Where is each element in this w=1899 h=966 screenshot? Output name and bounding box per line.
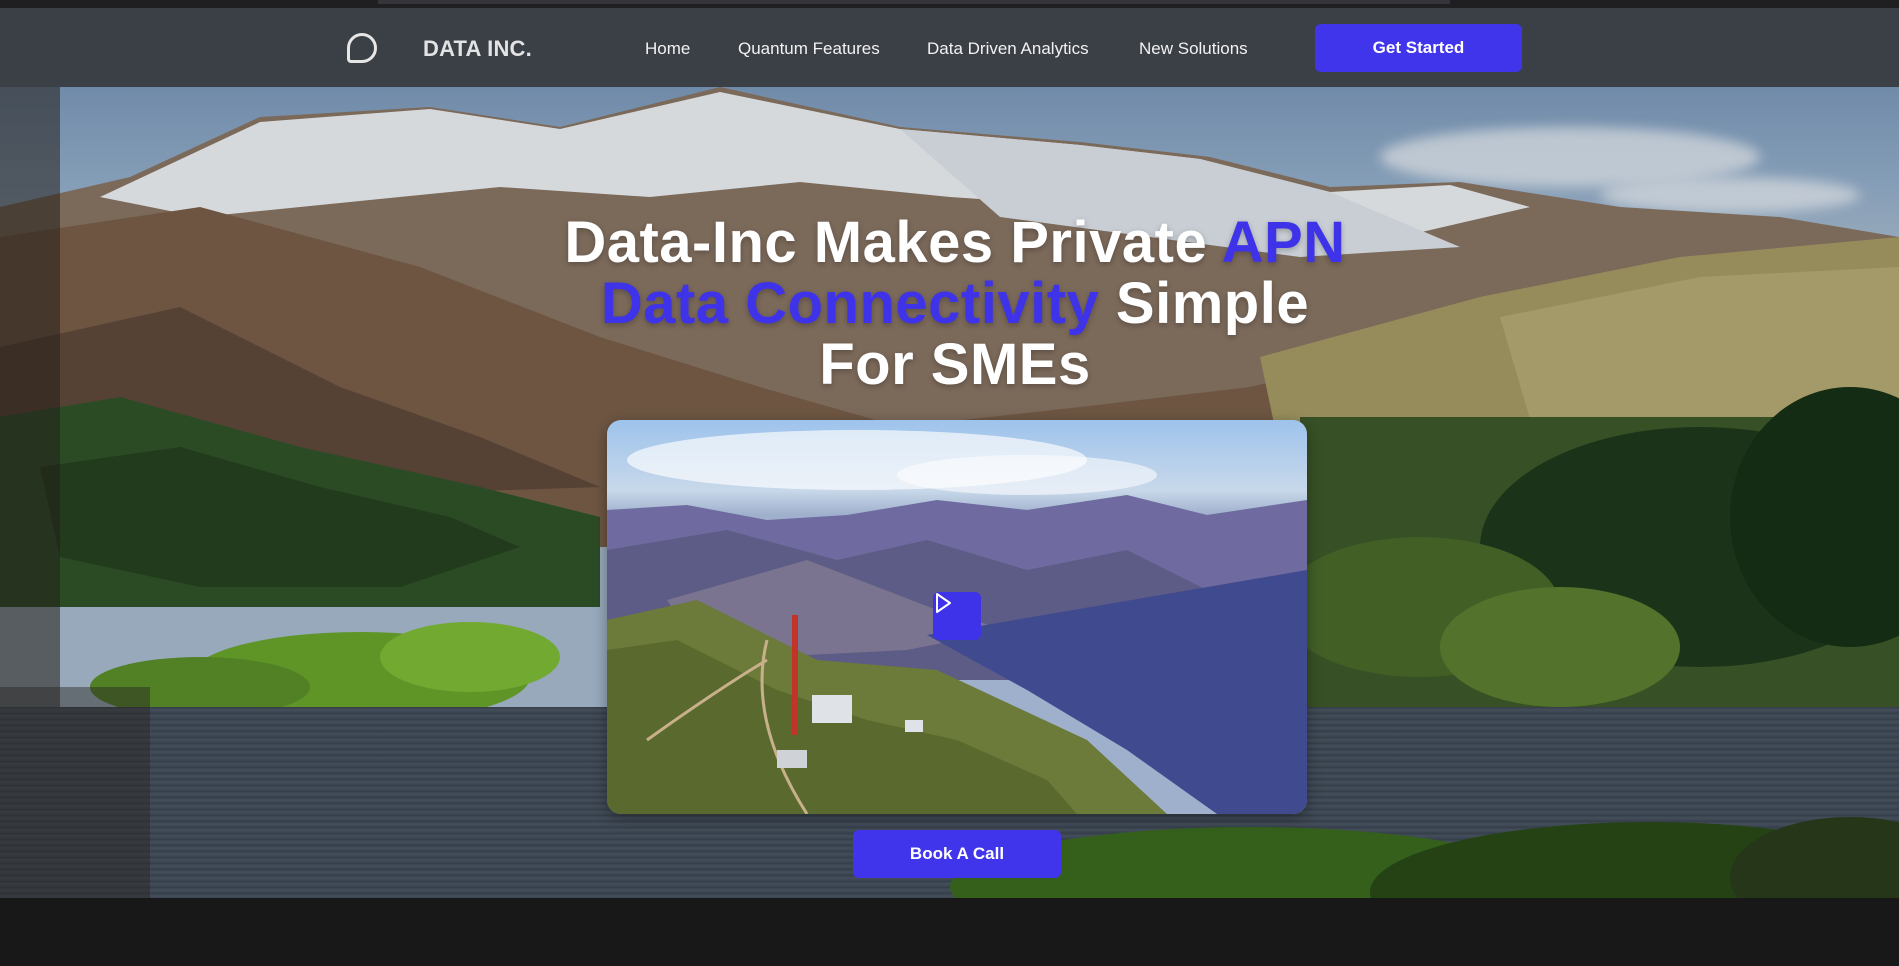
rounded-square-logo-icon[interactable]: [347, 33, 377, 63]
get-started-button[interactable]: Get Started: [1315, 24, 1522, 72]
browser-top-strip: [0, 0, 1899, 8]
top-strip-bar: [378, 0, 1450, 4]
top-navbar: DATA INC. Home Quantum Features Data Dri…: [0, 8, 1899, 87]
headline-text: Data-Inc Makes Private: [564, 210, 1222, 275]
headline-text-simple: Simple: [1099, 271, 1310, 336]
nav-link-new-solutions[interactable]: New Solutions: [1139, 39, 1248, 59]
nav-link-quantum-features[interactable]: Quantum Features: [738, 39, 880, 59]
nav-link-data-driven-analytics[interactable]: Data Driven Analytics: [927, 39, 1089, 59]
headline-accent-apn: APN: [1221, 210, 1346, 275]
headline-text-smes: For SMEs: [819, 332, 1091, 397]
nav-link-home[interactable]: Home: [645, 39, 690, 59]
brand-name[interactable]: DATA INC.: [423, 36, 532, 62]
headline-accent-data-connectivity: Data Connectivity: [600, 271, 1100, 336]
hero-headline: Data-Inc Makes Private APN Data Connecti…: [400, 212, 1510, 395]
play-icon[interactable]: [933, 592, 981, 640]
page-footer-band: [0, 898, 1899, 966]
book-a-call-button[interactable]: Book A Call: [853, 830, 1061, 878]
hero-video[interactable]: [607, 420, 1307, 814]
